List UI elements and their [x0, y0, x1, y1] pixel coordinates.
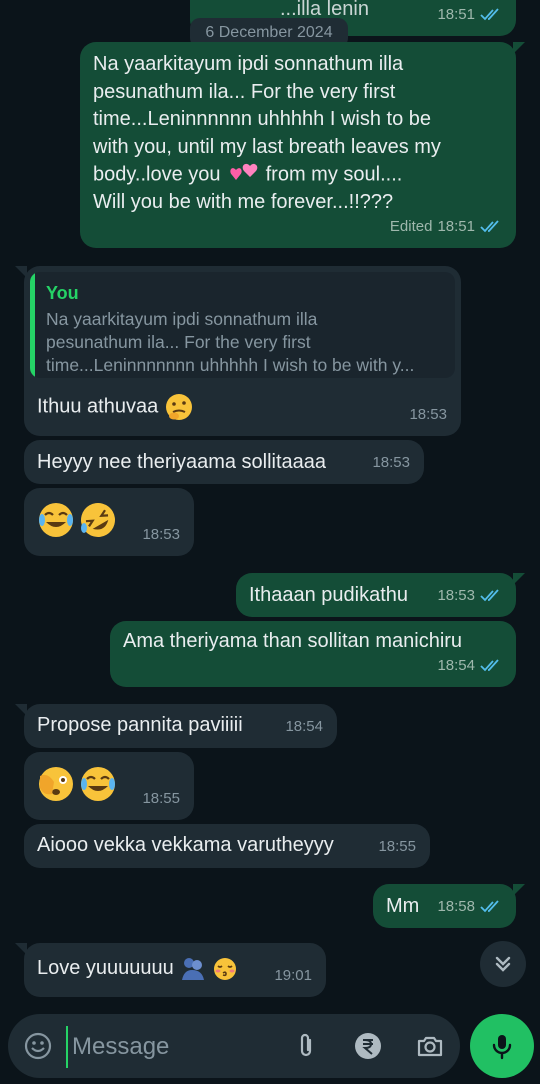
bubble-tail [513, 42, 525, 54]
quoted-message[interactable]: You Na yaarkitayum ipdi sonnathum illa p… [30, 272, 455, 378]
message-meta: 18:53 [142, 521, 180, 548]
camera-icon[interactable] [416, 1032, 444, 1060]
double-chevron-down-icon [495, 956, 511, 972]
message-bubble-incoming[interactable]: You Na yaarkitayum ipdi sonnathum illa p… [15, 266, 461, 436]
mic-icon [492, 1035, 512, 1060]
message-bubble-incoming[interactable]: Heyyy nee theriyaama sollitaaaa 18:53 [24, 440, 424, 484]
message-bubble-incoming[interactable]: Aiooo vekka vekkama varutheyyy 18:55 [24, 824, 430, 868]
message-text: Ama theriyama than sollitan manichiru [123, 630, 463, 652]
message-input[interactable] [66, 1026, 284, 1068]
message-time: 18:54 [437, 657, 475, 674]
bubble-tail [513, 573, 525, 585]
edited-label: Edited [389, 218, 433, 235]
mic-button[interactable] [470, 1014, 534, 1078]
message-time: 18:53 [437, 587, 475, 604]
people-hugging-emoji [181, 957, 204, 980]
quote-text: Na yaarkitayum ipdi sonnathum illa pesun… [46, 309, 415, 375]
message-time: 18:53 [372, 454, 410, 471]
message-meta: 18:54 [437, 652, 502, 679]
message-meta: 18:53 [372, 449, 410, 476]
thinking-face-emoji [165, 394, 192, 420]
quote-accent-bar [30, 272, 35, 378]
message-time: 18:58 [437, 898, 475, 915]
message-bubble-incoming[interactable]: 18:53 [24, 488, 194, 556]
message-composer [8, 1014, 460, 1078]
message-bubble-outgoing[interactable]: Ama theriyama than sollitan manichiru 18… [110, 621, 516, 687]
smiley-icon[interactable] [24, 1032, 52, 1060]
bubble-tail [15, 704, 27, 716]
double-check-icon [480, 899, 499, 912]
scroll-to-bottom-button[interactable] [480, 941, 526, 987]
message-text: Heyyy nee theriyaama sollitaaaa [37, 451, 327, 473]
bubble-tail [513, 884, 525, 896]
message-text: Aiooo vekka vekkama varutheyyy [37, 834, 334, 856]
rolling-on-floor-laughing-emoji [81, 503, 115, 537]
message-meta: 18:53 [437, 582, 502, 609]
double-check-icon [480, 219, 499, 232]
paperclip-icon[interactable] [292, 1032, 320, 1060]
message-meta: 19:01 [274, 962, 312, 989]
rupee-icon[interactable] [354, 1032, 382, 1060]
two-hearts-emoji [230, 163, 258, 180]
message-meta: 18:55 [142, 785, 180, 812]
double-check-icon [480, 588, 499, 601]
message-meta: 18:58 [437, 893, 502, 920]
message-bubble-outgoing[interactable]: Mm 18:58 [373, 884, 525, 928]
message-text: Propose pannita paviiiii [37, 714, 243, 736]
message-meta: 18:55 [378, 833, 416, 860]
bubble-tail [15, 266, 27, 278]
message-text: Mm [386, 895, 420, 917]
message-meta: 18:54 [285, 713, 323, 740]
message-bubble-outgoing[interactable]: Na yaarkitayum ipdi sonnathum illa pesun… [80, 42, 525, 248]
message-time: 19:01 [274, 967, 312, 984]
message-bubble-incoming[interactable]: Propose pannita paviiiii 18:54 [15, 704, 337, 748]
message-time: 18:51 [437, 218, 475, 235]
message-time: 18:54 [285, 718, 323, 735]
double-check-icon [480, 7, 499, 20]
message-bubble-incoming[interactable]: 18:55 [24, 752, 194, 820]
message-time: 18:55 [142, 790, 180, 807]
face-with-tears-of-joy-emoji [39, 503, 73, 537]
kissing-face-emoji [213, 957, 236, 980]
quote-author: You [46, 283, 79, 303]
message-text: Love yuuuuuuu [37, 957, 174, 979]
message-time: 18:51 [437, 6, 475, 23]
message-time: 18:55 [378, 838, 416, 855]
message-time: 18:53 [142, 526, 180, 543]
message-meta: 18:53 [409, 401, 447, 428]
face-with-tears-of-joy-emoji [81, 767, 115, 801]
double-check-icon [480, 658, 499, 671]
message-bubble-incoming[interactable]: Love yuuuuuuu 19:01 [15, 943, 326, 997]
message-text: Ithuu athuvaa [37, 395, 159, 418]
bubble-tail [15, 943, 27, 955]
message-bubble-outgoing[interactable]: Ithaaan pudikathu 18:53 [236, 573, 525, 617]
message-time: 18:53 [409, 406, 447, 423]
message-text: Ithaaan pudikathu [249, 584, 409, 606]
message-meta: Edited 18:51 [390, 213, 502, 240]
face-with-peeking-eye-emoji [39, 767, 73, 801]
message-meta: 18:51 [437, 1, 502, 28]
